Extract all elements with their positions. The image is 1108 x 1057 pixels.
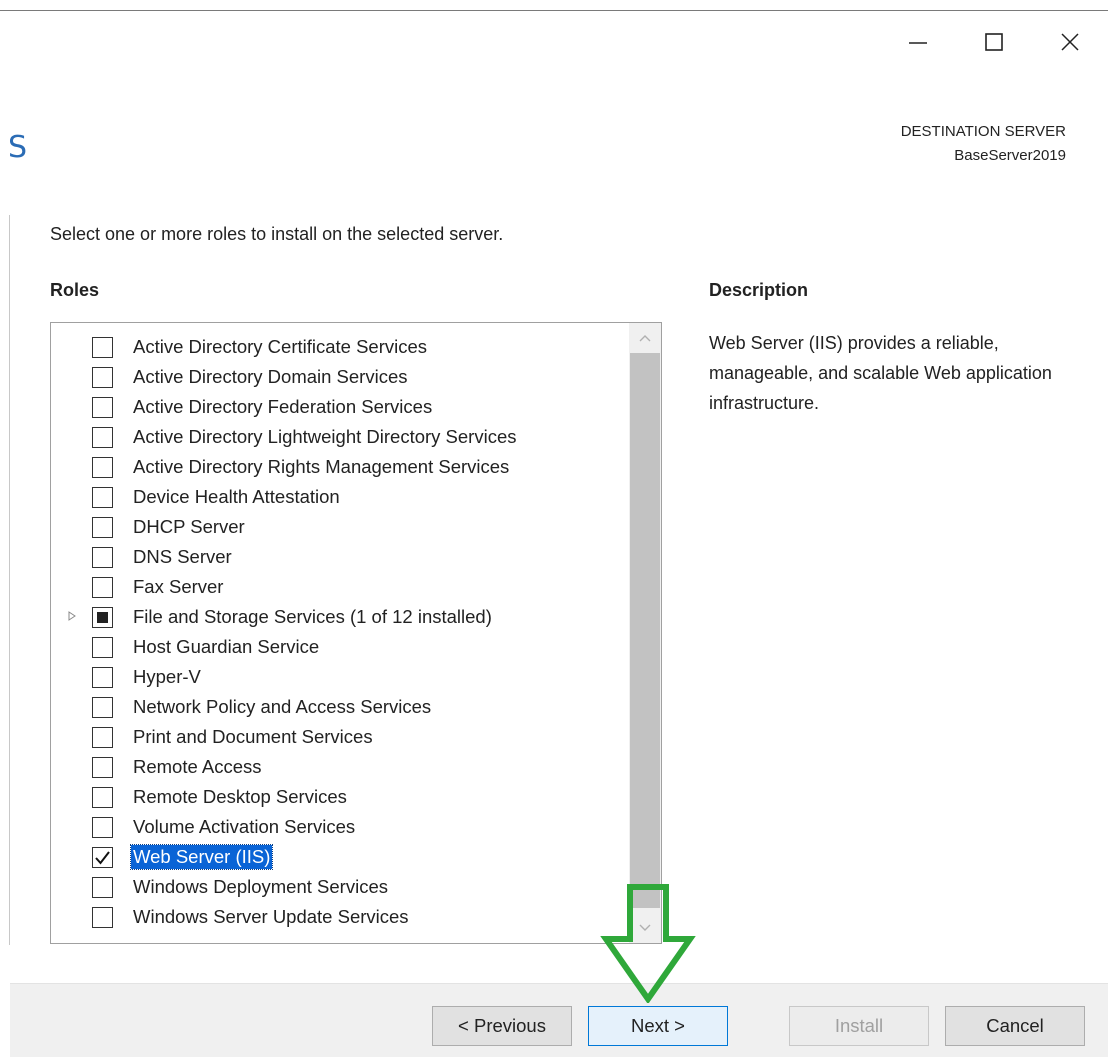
scroll-up-button[interactable]	[629, 323, 661, 353]
role-item[interactable]: Active Directory Lightweight Directory S…	[51, 422, 631, 452]
role-label: DNS Server	[133, 546, 232, 567]
role-checkbox[interactable]	[92, 336, 113, 358]
cancel-button[interactable]: Cancel	[945, 1006, 1085, 1046]
role-item[interactable]: Web Server (IIS)	[51, 842, 631, 872]
role-checkbox[interactable]	[92, 486, 113, 508]
role-item[interactable]: Volume Activation Services	[51, 812, 631, 842]
add-roles-wizard: S DESTINATION SERVER BaseServer2019 Sele…	[0, 0, 1108, 1057]
role-label: Active Directory Lightweight Directory S…	[133, 426, 517, 447]
maximize-button[interactable]	[956, 22, 1032, 62]
scroll-thumb[interactable]	[630, 353, 660, 908]
role-label: Remote Access	[133, 756, 262, 777]
role-item[interactable]: Windows Server Update Services	[51, 902, 631, 932]
role-label: Active Directory Certificate Services	[133, 336, 428, 357]
role-checkbox[interactable]	[92, 786, 113, 808]
role-checkbox[interactable]	[92, 456, 113, 478]
description-heading: Description	[709, 280, 809, 300]
window-top-border	[0, 10, 1108, 11]
role-checkbox[interactable]	[92, 636, 113, 658]
destination-server-name: BaseServer2019	[954, 147, 1066, 164]
role-item[interactable]: DNS Server	[51, 542, 631, 572]
destination-server-info: DESTINATION SERVER BaseServer2019	[901, 120, 1066, 168]
role-item[interactable]: Hyper-V	[51, 662, 631, 692]
role-label: Volume Activation Services	[133, 816, 356, 837]
role-label: File and Storage Services (1 of 12 insta…	[133, 606, 492, 627]
role-item[interactable]: Network Policy and Access Services	[51, 692, 631, 722]
description-text: Web Server (IIS) provides a reliable, ma…	[709, 333, 1052, 413]
partial-check-icon	[97, 611, 108, 623]
role-label: DHCP Server	[133, 516, 245, 537]
next-arrow-annotation-icon	[600, 884, 696, 1003]
role-item[interactable]: Remote Desktop Services	[51, 782, 631, 812]
role-label: Active Directory Domain Services	[133, 366, 408, 387]
role-checkbox[interactable]	[92, 696, 113, 718]
role-item[interactable]: Device Health Attestation	[51, 482, 631, 512]
role-label: Print and Document Services	[133, 726, 373, 747]
role-item[interactable]: Active Directory Certificate Services	[51, 332, 631, 362]
role-checkbox[interactable]	[92, 726, 113, 748]
expand-triangle-icon[interactable]	[67, 610, 77, 624]
role-checkbox[interactable]	[92, 516, 113, 538]
role-checkbox[interactable]	[92, 876, 113, 898]
role-checkbox[interactable]	[92, 366, 113, 388]
role-label: Windows Deployment Services	[133, 876, 388, 897]
role-checkbox[interactable]	[92, 846, 113, 868]
role-item[interactable]: Remote Access	[51, 752, 631, 782]
instruction-text: Select one or more roles to install on t…	[50, 224, 504, 244]
role-label: Hyper-V	[133, 666, 201, 687]
next-button[interactable]: Next >	[588, 1006, 728, 1046]
role-label: Windows Server Update Services	[133, 906, 409, 927]
roles-heading: Roles	[50, 280, 100, 300]
roles-list-box: Active Directory Certificate Services Act…	[50, 322, 662, 944]
previous-button[interactable]: < Previous	[432, 1006, 572, 1046]
destination-server-label: DESTINATION SERVER	[900, 123, 1066, 140]
role-item[interactable]: Windows Deployment Services	[51, 872, 631, 902]
role-checkbox[interactable]	[92, 816, 113, 838]
role-checkbox[interactable]	[92, 606, 113, 628]
close-icon	[1061, 33, 1079, 51]
close-button[interactable]	[1032, 22, 1108, 62]
role-checkbox[interactable]	[92, 906, 113, 928]
role-checkbox[interactable]	[92, 576, 113, 598]
chevron-up-icon	[639, 335, 651, 342]
role-label: Remote Desktop Services	[133, 786, 347, 807]
left-divider	[9, 215, 10, 945]
role-label: Web Server (IIS)	[129, 844, 274, 870]
page-title-fragment: S	[8, 130, 28, 165]
install-button[interactable]: Install	[789, 1006, 929, 1046]
role-checkbox[interactable]	[92, 396, 113, 418]
role-item[interactable]: Host Guardian Service	[51, 632, 631, 662]
minimize-icon	[909, 42, 927, 44]
role-label: Active Directory Federation Services	[133, 396, 433, 417]
role-item[interactable]: Active Directory Rights Management Servi…	[51, 452, 631, 482]
roles-scrollbar[interactable]	[629, 323, 661, 943]
role-item[interactable]: Fax Server	[51, 572, 631, 602]
window-controls	[880, 22, 1108, 62]
minimize-button[interactable]	[880, 22, 956, 62]
role-item[interactable]: DHCP Server	[51, 512, 631, 542]
role-label: Active Directory Rights Management Servi…	[133, 456, 510, 477]
role-label: Device Health Attestation	[133, 486, 340, 507]
roles-list: Active Directory Certificate Services Act…	[51, 332, 631, 932]
role-checkbox[interactable]	[92, 756, 113, 778]
role-item[interactable]: Print and Document Services	[51, 722, 631, 752]
maximize-icon	[985, 33, 1003, 51]
role-label: Network Policy and Access Services	[133, 696, 432, 717]
role-item[interactable]: Active Directory Domain Services	[51, 362, 631, 392]
role-checkbox[interactable]	[92, 426, 113, 448]
checkmark-icon	[95, 850, 110, 865]
role-checkbox[interactable]	[92, 546, 113, 568]
role-checkbox[interactable]	[92, 666, 113, 688]
role-item[interactable]: Active Directory Federation Services	[51, 392, 631, 422]
role-label: Host Guardian Service	[133, 636, 320, 657]
role-item[interactable]: File and Storage Services (1 of 12 insta…	[51, 602, 631, 632]
role-label: Fax Server	[133, 576, 224, 597]
